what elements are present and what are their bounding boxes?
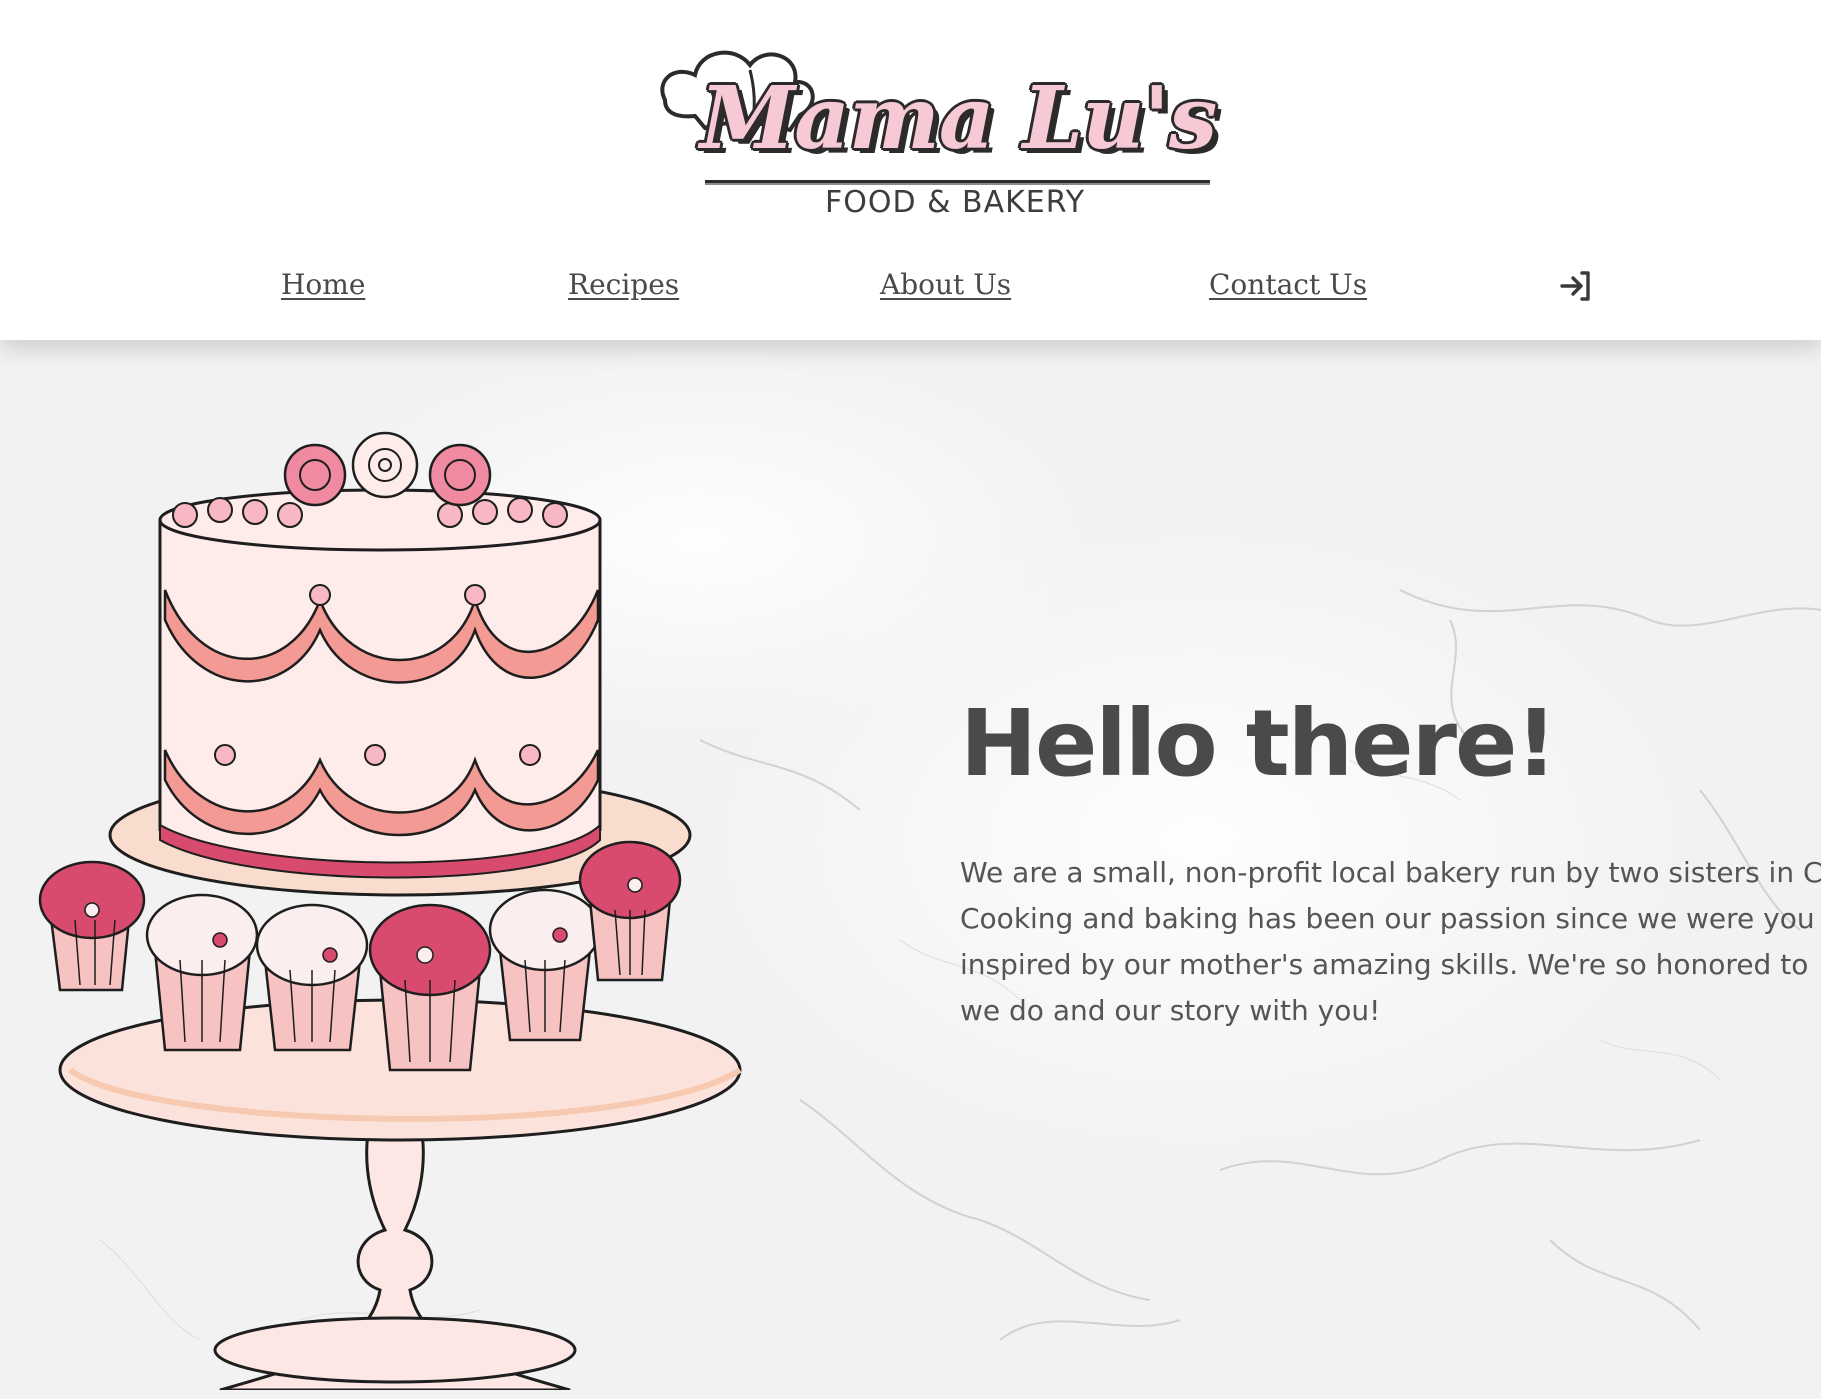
main-nav: Home Recipes About Us Contact Us	[0, 260, 1821, 310]
nav-recipes-link[interactable]: Recipes	[568, 268, 679, 301]
hero-title: Hello there!	[960, 690, 1557, 797]
logo-subtitle: FOOD & BAKERY	[824, 185, 1086, 220]
hero-description-line: Cooking and baking has been our passion …	[960, 902, 1815, 935]
nav-contact-link[interactable]: Contact Us	[1209, 268, 1367, 301]
site-header: Mama Lu's FOOD & BAKERY Home Recipes Abo…	[0, 0, 1821, 340]
hero-description-line: We are a small, non-profit local bakery …	[960, 856, 1821, 889]
hero-section: Hello there! We are a small, non-profit …	[0, 340, 1821, 1399]
hero-description-line: we do and our story with you!	[960, 994, 1381, 1027]
hero-description-line: inspired by our mother's amazing skills.…	[960, 948, 1809, 981]
hero-description: We are a small, non-profit local bakery …	[960, 850, 1821, 1034]
nav-home-link[interactable]: Home	[281, 268, 365, 301]
nav-about-link[interactable]: About Us	[880, 268, 1011, 301]
sign-in-icon[interactable]	[1558, 268, 1594, 304]
cake-illustration	[38, 431, 742, 1390]
logo-wordmark: Mama Lu's	[700, 68, 1217, 169]
logo[interactable]: Mama Lu's FOOD & BAKERY	[655, 20, 1217, 230]
